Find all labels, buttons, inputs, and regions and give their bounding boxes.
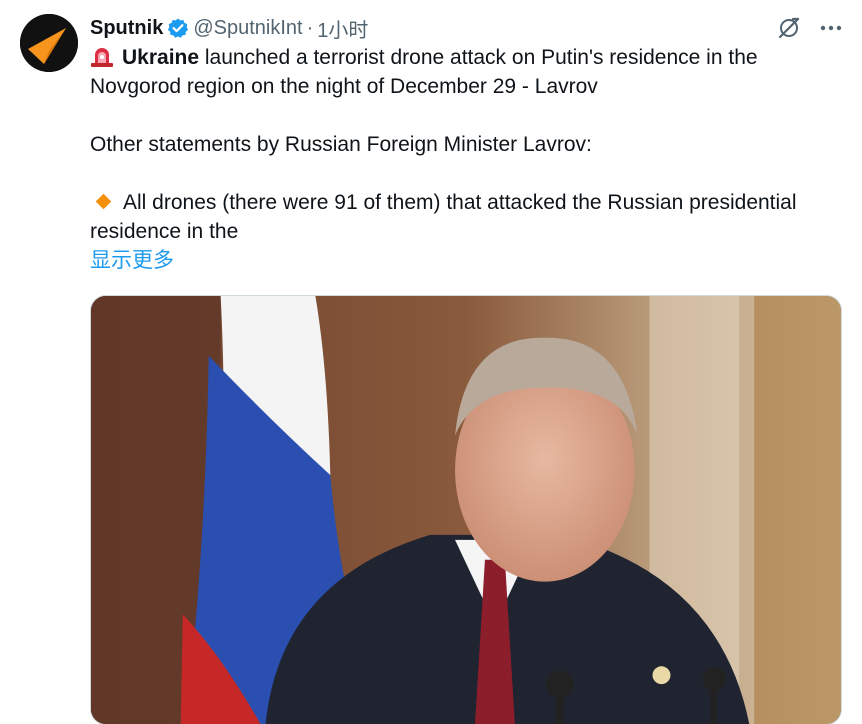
tweet-body: Ukraine launched a terrorist drone attac… xyxy=(90,43,830,275)
tweet-headline: Ukraine launched a terrorist drone attac… xyxy=(90,43,830,101)
tweet-card[interactable]: Sputnik @SputnikInt · 1小时 Ukraine launch… xyxy=(0,0,862,724)
bullet-item: All drones (there were 91 of them) that … xyxy=(90,188,830,246)
verified-badge-icon xyxy=(167,17,189,39)
tweet-time[interactable]: 1小时 xyxy=(317,14,368,43)
tweet-header: Sputnik @SputnikInt · 1小时 xyxy=(90,14,368,42)
bullet-text: All drones (there were 91 of them) that … xyxy=(90,191,797,243)
avatar[interactable] xyxy=(20,14,78,72)
rotating-light-icon xyxy=(90,45,114,67)
more-horizontal-icon[interactable] xyxy=(818,15,844,41)
orange-diamond-icon xyxy=(95,194,112,210)
tweet-actions xyxy=(776,14,844,42)
sputnik-logo-icon xyxy=(20,14,78,72)
grok-icon[interactable] xyxy=(776,15,802,41)
author-handle[interactable]: @SputnikInt xyxy=(193,17,302,40)
show-more-link[interactable]: 显示更多 xyxy=(90,249,174,272)
separator-dot: · xyxy=(306,16,314,39)
statements-intro: Other statements by Russian Foreign Mini… xyxy=(90,133,592,156)
headline-bold: Ukraine xyxy=(122,46,200,69)
author-name[interactable]: Sputnik xyxy=(90,17,163,40)
tweet-photo[interactable] xyxy=(90,295,842,724)
